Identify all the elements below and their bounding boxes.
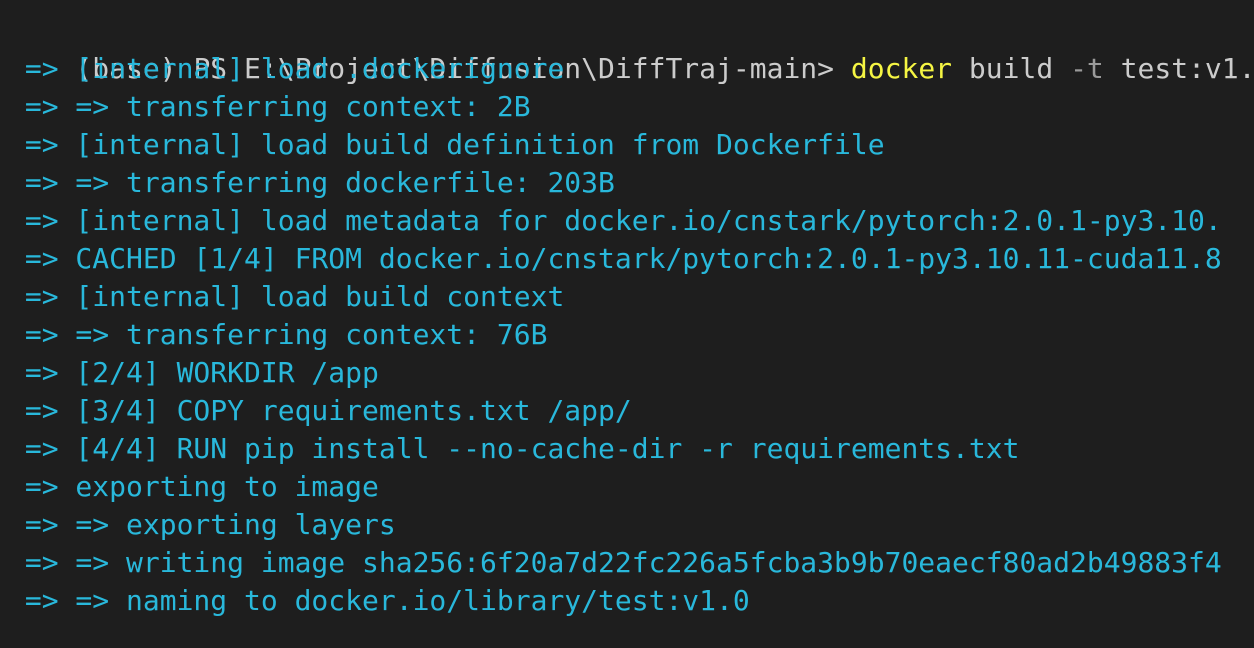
output-line: => [internal] load .dockerignore <box>8 52 565 85</box>
output-line: => [internal] load build definition from… <box>8 128 885 161</box>
terminal-window[interactable]: (base) PS E:\Project\Diffusion\DiffTraj-… <box>0 0 1254 648</box>
command-flag: -t <box>1070 52 1104 85</box>
output-line: => => transferring context: 76B <box>8 318 548 351</box>
output-line: => => exporting layers <box>8 508 396 541</box>
output-line: => exporting to image <box>8 470 379 503</box>
command-argument: test:v1.0 <box>1120 52 1254 85</box>
output-line: => [internal] load build context <box>8 280 565 313</box>
output-line: => [3/4] COPY requirements.txt /app/ <box>8 394 632 427</box>
output-line: => [internal] load metadata for docker.i… <box>8 204 1222 237</box>
output-line: => [2/4] WORKDIR /app <box>8 356 379 389</box>
output-line: => => transferring context: 2B <box>8 90 531 123</box>
command-subcommand: build <box>952 52 1071 85</box>
output-line: => => naming to docker.io/library/test:v… <box>8 584 750 617</box>
output-line: => => transferring dockerfile: 203B <box>8 166 615 199</box>
output-line: => [4/4] RUN pip install --no-cache-dir … <box>8 432 1020 465</box>
output-line: => => writing image sha256:6f20a7d22fc22… <box>8 546 1222 579</box>
command-name: docker <box>850 52 953 85</box>
command-line: (base) PS E:\Project\Diffusion\DiffTraj-… <box>8 12 1254 85</box>
output-line: => CACHED [1/4] FROM docker.io/cnstark/p… <box>8 242 1222 275</box>
